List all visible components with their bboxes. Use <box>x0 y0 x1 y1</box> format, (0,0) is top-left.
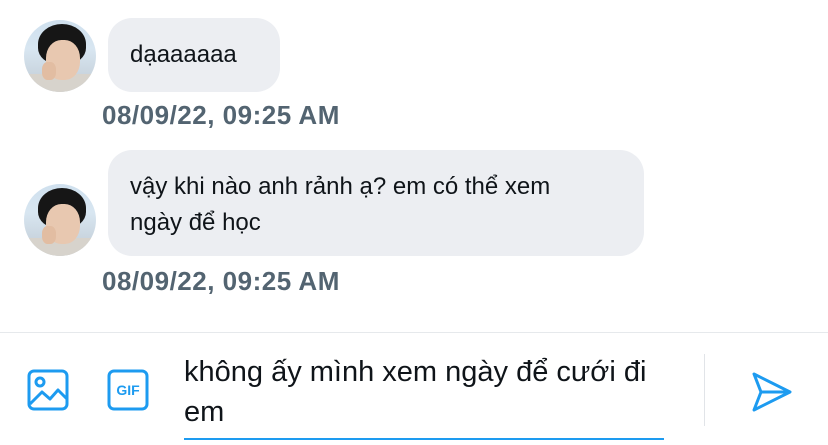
message-timestamp: 08/09/22, 09:25 AM <box>102 100 340 130</box>
message-input[interactable]: không ấy mình xem ngày để cưới đi em <box>184 352 664 440</box>
send-button[interactable] <box>750 370 794 414</box>
gif-button[interactable]: GIF <box>106 368 150 412</box>
composer-divider <box>0 332 828 333</box>
gif-label: GIF <box>116 382 140 398</box>
composer-separator <box>704 354 705 426</box>
image-icon <box>27 369 69 411</box>
image-button[interactable] <box>26 368 70 412</box>
sender-avatar[interactable] <box>24 184 96 256</box>
message-bubble[interactable]: vậy khi nào anh rảnh ạ? em có thể xem ng… <box>108 150 644 256</box>
message-timestamp: 08/09/22, 09:25 AM <box>102 266 340 296</box>
sender-avatar[interactable] <box>24 20 96 92</box>
send-icon <box>752 372 792 412</box>
message-input-value: không ấy mình xem ngày để cưới đi em <box>184 356 647 428</box>
message-text: dạaaaaaa <box>130 41 237 68</box>
message-bubble[interactable]: dạaaaaaa <box>108 18 280 92</box>
message-text: vậy khi nào anh rảnh ạ? em có thể xem ng… <box>130 173 551 236</box>
